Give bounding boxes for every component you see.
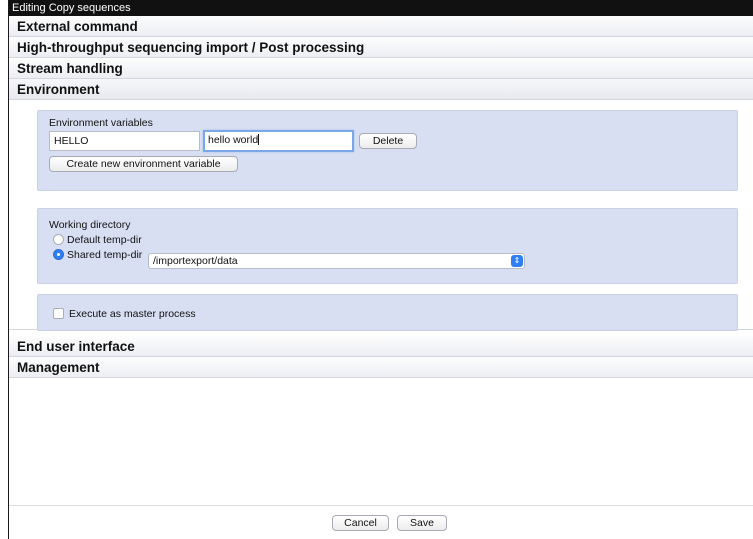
default-temp-dir-radio[interactable]	[53, 234, 64, 245]
default-temp-dir-label: Default temp-dir	[67, 234, 142, 246]
master-process-label: Execute as master process	[69, 308, 196, 320]
master-process-checkbox[interactable]	[53, 308, 64, 319]
edit-dialog: Editing Copy sequences External command …	[8, 0, 753, 539]
section-stream-handling[interactable]: Stream handling	[9, 58, 753, 79]
up-down-arrows-icon: ⇕	[511, 255, 523, 267]
working-directory-label: Working directory	[49, 219, 131, 231]
save-button[interactable]: Save	[397, 515, 447, 531]
create-env-var-button[interactable]: Create new environment variable	[49, 156, 238, 172]
env-var-name-input[interactable]: HELLO	[49, 131, 200, 151]
environment-section-body: Environment variables HELLO hello world …	[9, 100, 753, 331]
master-process-panel: Execute as master process	[37, 294, 738, 331]
shared-temp-dir-option[interactable]: Shared temp-dir	[53, 249, 142, 261]
env-var-value-text: hello world	[208, 134, 259, 146]
text-caret	[258, 134, 260, 145]
section-external-command[interactable]: External command	[9, 16, 753, 37]
env-var-value-input[interactable]: hello world	[203, 130, 354, 152]
shared-temp-dir-select[interactable]: /importexport/data ⇕	[148, 253, 525, 269]
cancel-button[interactable]: Cancel	[332, 515, 389, 531]
shared-temp-dir-label: Shared temp-dir	[67, 249, 143, 261]
master-process-option[interactable]: Execute as master process	[53, 308, 196, 320]
section-hts-import[interactable]: High-throughput sequencing import / Post…	[9, 37, 753, 58]
dialog-footer: Cancel Save	[9, 505, 753, 539]
section-environment[interactable]: Environment	[9, 79, 753, 100]
shared-temp-dir-radio[interactable]	[53, 249, 64, 260]
env-vars-label: Environment variables	[49, 117, 153, 129]
section-end-user-interface[interactable]: End user interface	[9, 336, 753, 357]
default-temp-dir-option[interactable]: Default temp-dir	[53, 234, 142, 246]
section-management[interactable]: Management	[9, 357, 753, 378]
shared-temp-dir-path: /importexport/data	[153, 255, 238, 267]
env-var-name-value: HELLO	[54, 135, 89, 147]
delete-env-var-button[interactable]: Delete	[359, 133, 417, 149]
env-vars-panel: Environment variables HELLO hello world …	[37, 110, 738, 191]
working-directory-panel: Working directory Default temp-dir Share…	[37, 208, 738, 284]
dialog-title: Editing Copy sequences	[9, 0, 753, 16]
window-left-margin	[0, 0, 8, 539]
